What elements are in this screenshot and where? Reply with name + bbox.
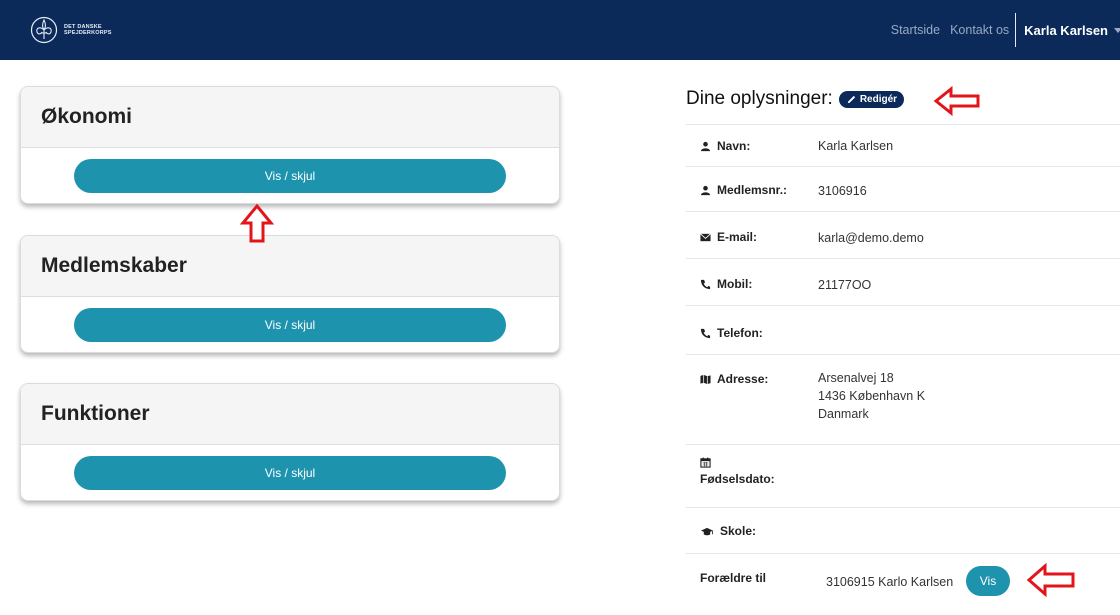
logo-text: DET DANSKE SPEJDERKORPS [64, 24, 112, 37]
toggle-functions-button[interactable]: Vis / skjul [74, 456, 506, 490]
card-body: Vis / skjul [21, 297, 559, 352]
address-line-1: Arsenalvej 18 [818, 371, 894, 385]
map-icon [700, 374, 711, 384]
card-title-economy: Økonomi [41, 105, 133, 128]
card-header: Medlemskaber [21, 236, 559, 297]
annotation-arrow-left-icon [1026, 563, 1075, 597]
label-text: Telefon: [717, 326, 763, 340]
edit-button[interactable]: Redigér [838, 90, 905, 108]
nav-divider [1015, 13, 1017, 47]
phone-icon [700, 279, 711, 289]
info-label-address: Adresse: [700, 372, 768, 386]
show-child-button[interactable]: Vis [966, 566, 1010, 596]
info-row-name: Navn: Karla Karlsen [686, 124, 1120, 166]
info-row-school: Skole: [686, 507, 1120, 553]
user-icon [700, 141, 711, 151]
info-value-parent-of: 3106915 Karlo Karlsen [826, 575, 954, 589]
address-line-2: 1436 København K [818, 389, 926, 403]
nav-menu: Startside Kontakt os Karla Karlsen [881, 0, 1120, 60]
info-value-address: Arsenalvej 18 1436 København K Danmark [818, 369, 925, 423]
address-line-3: Danmark [818, 407, 869, 421]
info-title: Dine oplysninger: [686, 88, 833, 109]
nav-link-contact[interactable]: Kontakt os [950, 23, 1009, 37]
info-row-email: E-mail: karla@demo.demo [686, 211, 1120, 258]
info-label-mobile: Mobil: [700, 277, 752, 291]
info-label-name: Navn: [700, 139, 750, 153]
info-label-email: E-mail: [700, 230, 757, 244]
info-label-member-number: Medlemsnr.: [700, 183, 787, 197]
info-header: Dine oplysninger: Redigér [686, 88, 905, 110]
label-text: Medlemsnr.: [717, 183, 788, 197]
user-menu[interactable]: Karla Karlsen [1024, 23, 1120, 38]
card-economy: Økonomi Vis / skjul [20, 86, 560, 204]
card-functions: Funktioner Vis / skjul [20, 383, 560, 501]
card-memberships: Medlemskaber Vis / skjul [20, 235, 560, 353]
info-value-email: karla@demo.demo [818, 231, 924, 245]
info-row-member-number: Medlemsnr.: 3106916 [686, 166, 1120, 211]
info-row-address: Adresse: Arsenalvej 18 1436 København K … [686, 354, 1120, 444]
envelope-icon [700, 232, 711, 241]
label-text: Skole: [720, 524, 757, 538]
top-navbar: DET DANSKE SPEJDERKORPS Startside Kontak… [0, 0, 1120, 60]
label-text: E-mail: [717, 230, 758, 244]
info-value-mobile: 21177OO [818, 278, 872, 292]
annotation-arrow-up-icon [240, 204, 274, 243]
info-label-school: Skole: [700, 524, 756, 538]
info-label-birthdate: Fødselsdato: [700, 457, 775, 486]
nav-link-home[interactable]: Startside [891, 23, 940, 37]
info-label-telephone: Telefon: [700, 326, 763, 340]
toggle-economy-button[interactable]: Vis / skjul [74, 159, 506, 193]
annotation-arrow-left-icon [933, 86, 980, 116]
label-text: Fødselsdato: [700, 472, 775, 486]
user-icon [700, 185, 711, 195]
scout-lily-icon [30, 16, 58, 44]
info-row-telephone: Telefon: [686, 305, 1120, 354]
chevron-down-icon [1114, 27, 1120, 33]
logo[interactable]: DET DANSKE SPEJDERKORPS [30, 16, 112, 44]
info-row-mobile: Mobil: 21177OO [686, 258, 1120, 305]
info-label-parent-of: Forældre til [700, 571, 766, 585]
card-title-functions: Funktioner [41, 402, 150, 425]
label-text: Navn: [717, 139, 751, 153]
toggle-memberships-button[interactable]: Vis / skjul [74, 308, 506, 342]
graduation-cap-icon [701, 527, 713, 535]
info-value-member-number: 3106916 [818, 184, 867, 198]
card-body: Vis / skjul [21, 148, 559, 203]
label-text: Mobil: [717, 277, 753, 291]
user-name: Karla Karlsen [1024, 22, 1108, 38]
edit-button-label: Redigér [859, 93, 898, 105]
card-header: Funktioner [21, 384, 559, 445]
card-title-memberships: Medlemskaber [41, 254, 187, 277]
info-row-birthdate: Fødselsdato: [686, 444, 1120, 507]
pencil-icon [847, 95, 855, 103]
label-text: Adresse: [717, 372, 769, 386]
phone-icon [700, 328, 711, 338]
card-header: Økonomi [21, 87, 559, 148]
card-body: Vis / skjul [21, 445, 559, 500]
label-text: Forældre til [700, 571, 767, 585]
logo-text-line2: SPEJDERKORPS [64, 30, 112, 36]
info-value-name: Karla Karlsen [818, 139, 894, 153]
calendar-icon [700, 457, 711, 468]
